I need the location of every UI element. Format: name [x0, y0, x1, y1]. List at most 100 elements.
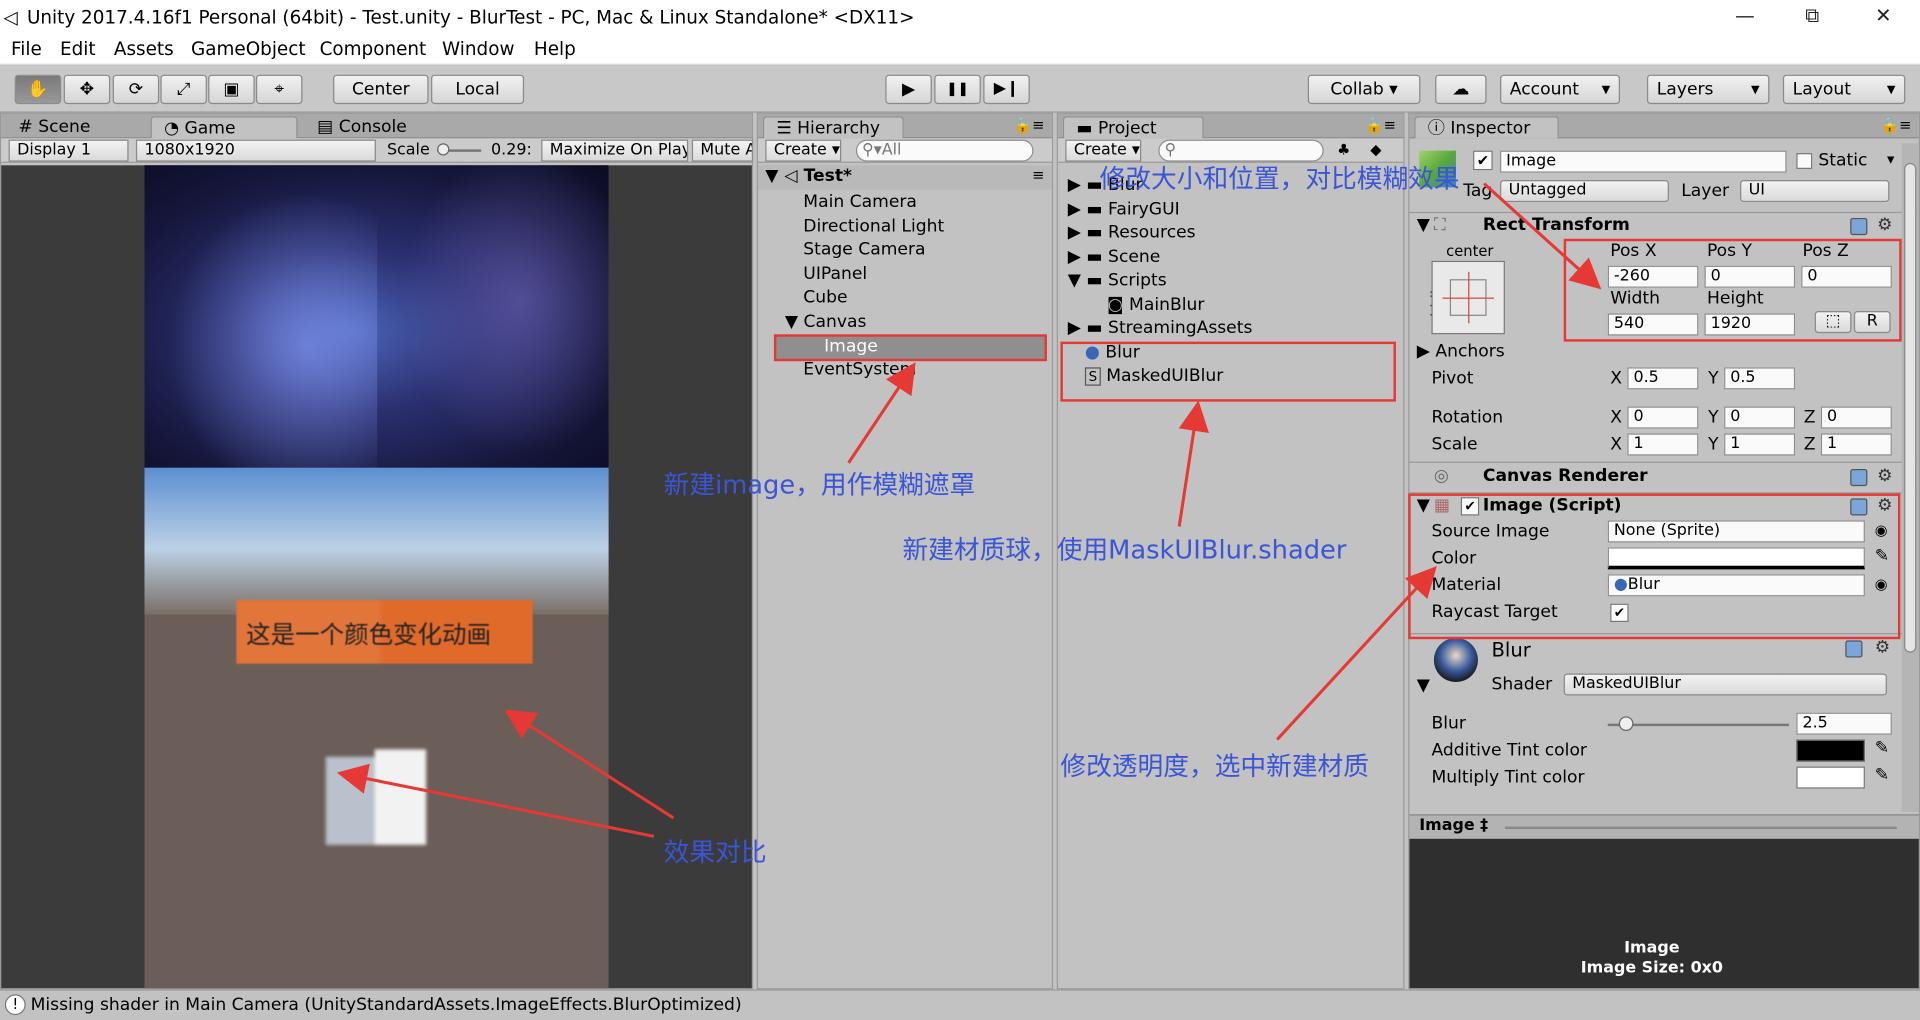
inspector-scrollbar-thumb[interactable] — [1904, 162, 1917, 653]
static-checkbox[interactable] — [1796, 153, 1813, 169]
foldout-arrow-icon[interactable]: ▼ — [1417, 676, 1430, 696]
project-folder-streamingassets[interactable]: ▶ ▬ StreamingAssets — [1068, 318, 1253, 338]
scale-y-field[interactable]: 1 — [1724, 433, 1796, 456]
filter-type-icon[interactable]: ♣ — [1337, 141, 1350, 158]
pivot-center-button[interactable]: Center — [333, 74, 429, 105]
rect-tool-icon[interactable]: ▣ — [208, 74, 255, 105]
inspector-scrollbar[interactable] — [1901, 143, 1919, 812]
pivot-x-field[interactable]: 0.5 — [1627, 367, 1699, 390]
hand-tool-icon[interactable]: ✋ — [14, 74, 62, 105]
resolution-dropdown[interactable]: 1080x1920 — [135, 139, 376, 162]
multiply-tint-swatch[interactable] — [1796, 766, 1865, 789]
minimize-button[interactable]: — — [1727, 4, 1764, 27]
hierarchy-item-cube[interactable]: Cube — [803, 288, 847, 308]
height-field[interactable]: 1920 — [1704, 313, 1796, 336]
eyedropper-icon[interactable]: ✎ — [1875, 738, 1889, 758]
hierarchy-item-directional-light[interactable]: Directional Light — [803, 217, 944, 237]
pos-z-field[interactable]: 0 — [1801, 265, 1892, 288]
hierarchy-item-stage-camera[interactable]: Stage Camera — [803, 240, 925, 260]
tab-inspector[interactable]: ⓘ Inspector — [1414, 116, 1559, 139]
gear-icon[interactable]: ⚙ — [1877, 467, 1892, 487]
color-swatch[interactable] — [1607, 547, 1865, 570]
menu-window[interactable]: Window — [442, 38, 514, 60]
scene-menu-icon[interactable]: ≡ — [1032, 167, 1044, 184]
object-picker-icon[interactable]: ◉ — [1875, 522, 1888, 539]
account-dropdown[interactable]: Account ▾ — [1500, 74, 1621, 105]
menu-assets[interactable]: Assets — [114, 38, 174, 60]
help-book-icon[interactable] — [1850, 217, 1868, 236]
blur-slider-track[interactable] — [1607, 723, 1789, 727]
blur-slider-thumb[interactable] — [1618, 716, 1634, 732]
tab-scene[interactable]: # Scene — [6, 116, 103, 138]
project-folder-scripts[interactable]: ▼ ▬ Scripts — [1068, 271, 1167, 291]
material-field[interactable]: ●Blur — [1607, 574, 1865, 597]
hierarchy-search-input[interactable]: ⚲▾All — [855, 139, 1034, 162]
layout-dropdown[interactable]: Layout ▾ — [1782, 74, 1906, 105]
active-checkbox[interactable]: ✔ — [1473, 150, 1493, 171]
layers-dropdown[interactable]: Layers ▾ — [1646, 74, 1770, 105]
tab-hierarchy[interactable]: ☰ Hierarchy — [762, 116, 904, 139]
panel-menu-icon[interactable]: 🔒≡ — [1014, 116, 1045, 133]
maximize-button[interactable]: ⧉ — [1794, 4, 1831, 28]
project-material-blur[interactable]: ● Blur — [1085, 343, 1140, 363]
help-book-icon[interactable] — [1850, 498, 1868, 516]
tab-console[interactable]: ▤ Console — [305, 116, 419, 138]
scale-tool-icon[interactable]: ⤢ — [160, 74, 207, 105]
eyedropper-icon[interactable]: ✎ — [1875, 765, 1889, 785]
menu-gameobject[interactable]: GameObject — [191, 38, 306, 60]
status-message[interactable]: Missing shader in Main Camera (UnityStan… — [31, 996, 742, 1016]
rotate-tool-icon[interactable]: ⟳ — [112, 74, 160, 105]
step-button[interactable]: ▶❙ — [983, 74, 1030, 105]
play-button[interactable]: ▶ — [885, 74, 932, 105]
tag-dropdown[interactable]: Untagged — [1500, 180, 1669, 203]
canvas-renderer-header[interactable]: ◎ Canvas Renderer ⚙ — [1409, 465, 1911, 489]
tab-game[interactable]: ◔ Game — [150, 116, 298, 139]
width-field[interactable]: 540 — [1607, 313, 1699, 336]
pivot-y-field[interactable]: 0.5 — [1724, 367, 1796, 390]
gear-icon[interactable]: ⚙ — [1877, 216, 1892, 236]
pos-x-field[interactable]: -260 — [1607, 265, 1699, 288]
hierarchy-item-canvas[interactable]: ▼ Canvas — [785, 312, 867, 332]
display-dropdown[interactable]: Display 1 — [8, 139, 129, 162]
project-folder-resources[interactable]: ▶ ▬ Resources — [1068, 223, 1196, 243]
hierarchy-create-dropdown[interactable]: Create ▾ — [765, 139, 842, 162]
shader-dropdown[interactable]: MaskedUIBlur — [1563, 673, 1887, 696]
panel-menu-icon[interactable]: 🔒≡ — [1365, 116, 1396, 133]
additive-tint-swatch[interactable] — [1796, 739, 1865, 762]
help-book-icon[interactable] — [1845, 640, 1863, 658]
scale-z-field[interactable]: 1 — [1820, 433, 1892, 456]
chevron-down-icon[interactable]: ▾ — [1887, 151, 1894, 168]
hierarchy-item-main-camera[interactable]: Main Camera — [803, 192, 917, 212]
source-image-field[interactable]: None (Sprite) — [1607, 520, 1865, 543]
project-folder-fairygui[interactable]: ▶ ▬ FairyGUI — [1068, 200, 1180, 220]
scale-x-field[interactable]: 1 — [1627, 433, 1699, 456]
hierarchy-item-eventsystem[interactable]: EventSystem — [803, 360, 916, 380]
object-picker-icon[interactable]: ◉ — [1875, 576, 1888, 593]
menu-help[interactable]: Help — [534, 38, 576, 60]
maximize-on-play-button[interactable]: Maximize On Play — [541, 139, 689, 162]
preview-header[interactable]: Image ‡ — [1409, 814, 1919, 839]
close-button[interactable]: ✕ — [1865, 4, 1902, 27]
scene-header-row[interactable]: ▼ ◁ Test* ≡ — [757, 165, 1052, 190]
panel-menu-icon[interactable]: 🔒≡ — [1881, 116, 1912, 133]
collab-dropdown[interactable]: Collab ▾ — [1307, 74, 1421, 105]
rect-transform-header[interactable]: ▼ ⛶ Rect Transform ⚙ — [1409, 214, 1911, 238]
blueprint-mode-icon[interactable]: ⬚ — [1814, 311, 1852, 334]
scale-slider-thumb[interactable] — [437, 143, 450, 156]
cloud-icon[interactable]: ☁ — [1435, 74, 1487, 105]
raw-edit-button[interactable]: R — [1853, 311, 1891, 334]
tab-project[interactable]: ▬ Project — [1062, 116, 1204, 139]
anchor-presets-button[interactable] — [1431, 260, 1505, 335]
hierarchy-item-image-selected[interactable]: Image — [775, 335, 1047, 361]
project-folder-scene[interactable]: ▶ ▬ Scene — [1068, 247, 1161, 267]
pivot-local-button[interactable]: Local — [431, 74, 525, 105]
project-script-mainblur[interactable]: ◙ MainBlur — [1107, 295, 1204, 315]
menu-file[interactable]: File — [11, 38, 42, 60]
anchors-foldout[interactable]: ▶ Anchors — [1417, 342, 1505, 362]
mute-audio-button[interactable]: Mute A — [691, 139, 754, 162]
transform-tool-icon[interactable]: ⌖ — [255, 74, 303, 105]
gear-icon[interactable]: ⚙ — [1875, 638, 1890, 658]
menu-component[interactable]: Component — [320, 38, 427, 60]
preview-drag-handle[interactable] — [1504, 826, 1897, 829]
pos-y-field[interactable]: 0 — [1704, 265, 1796, 288]
